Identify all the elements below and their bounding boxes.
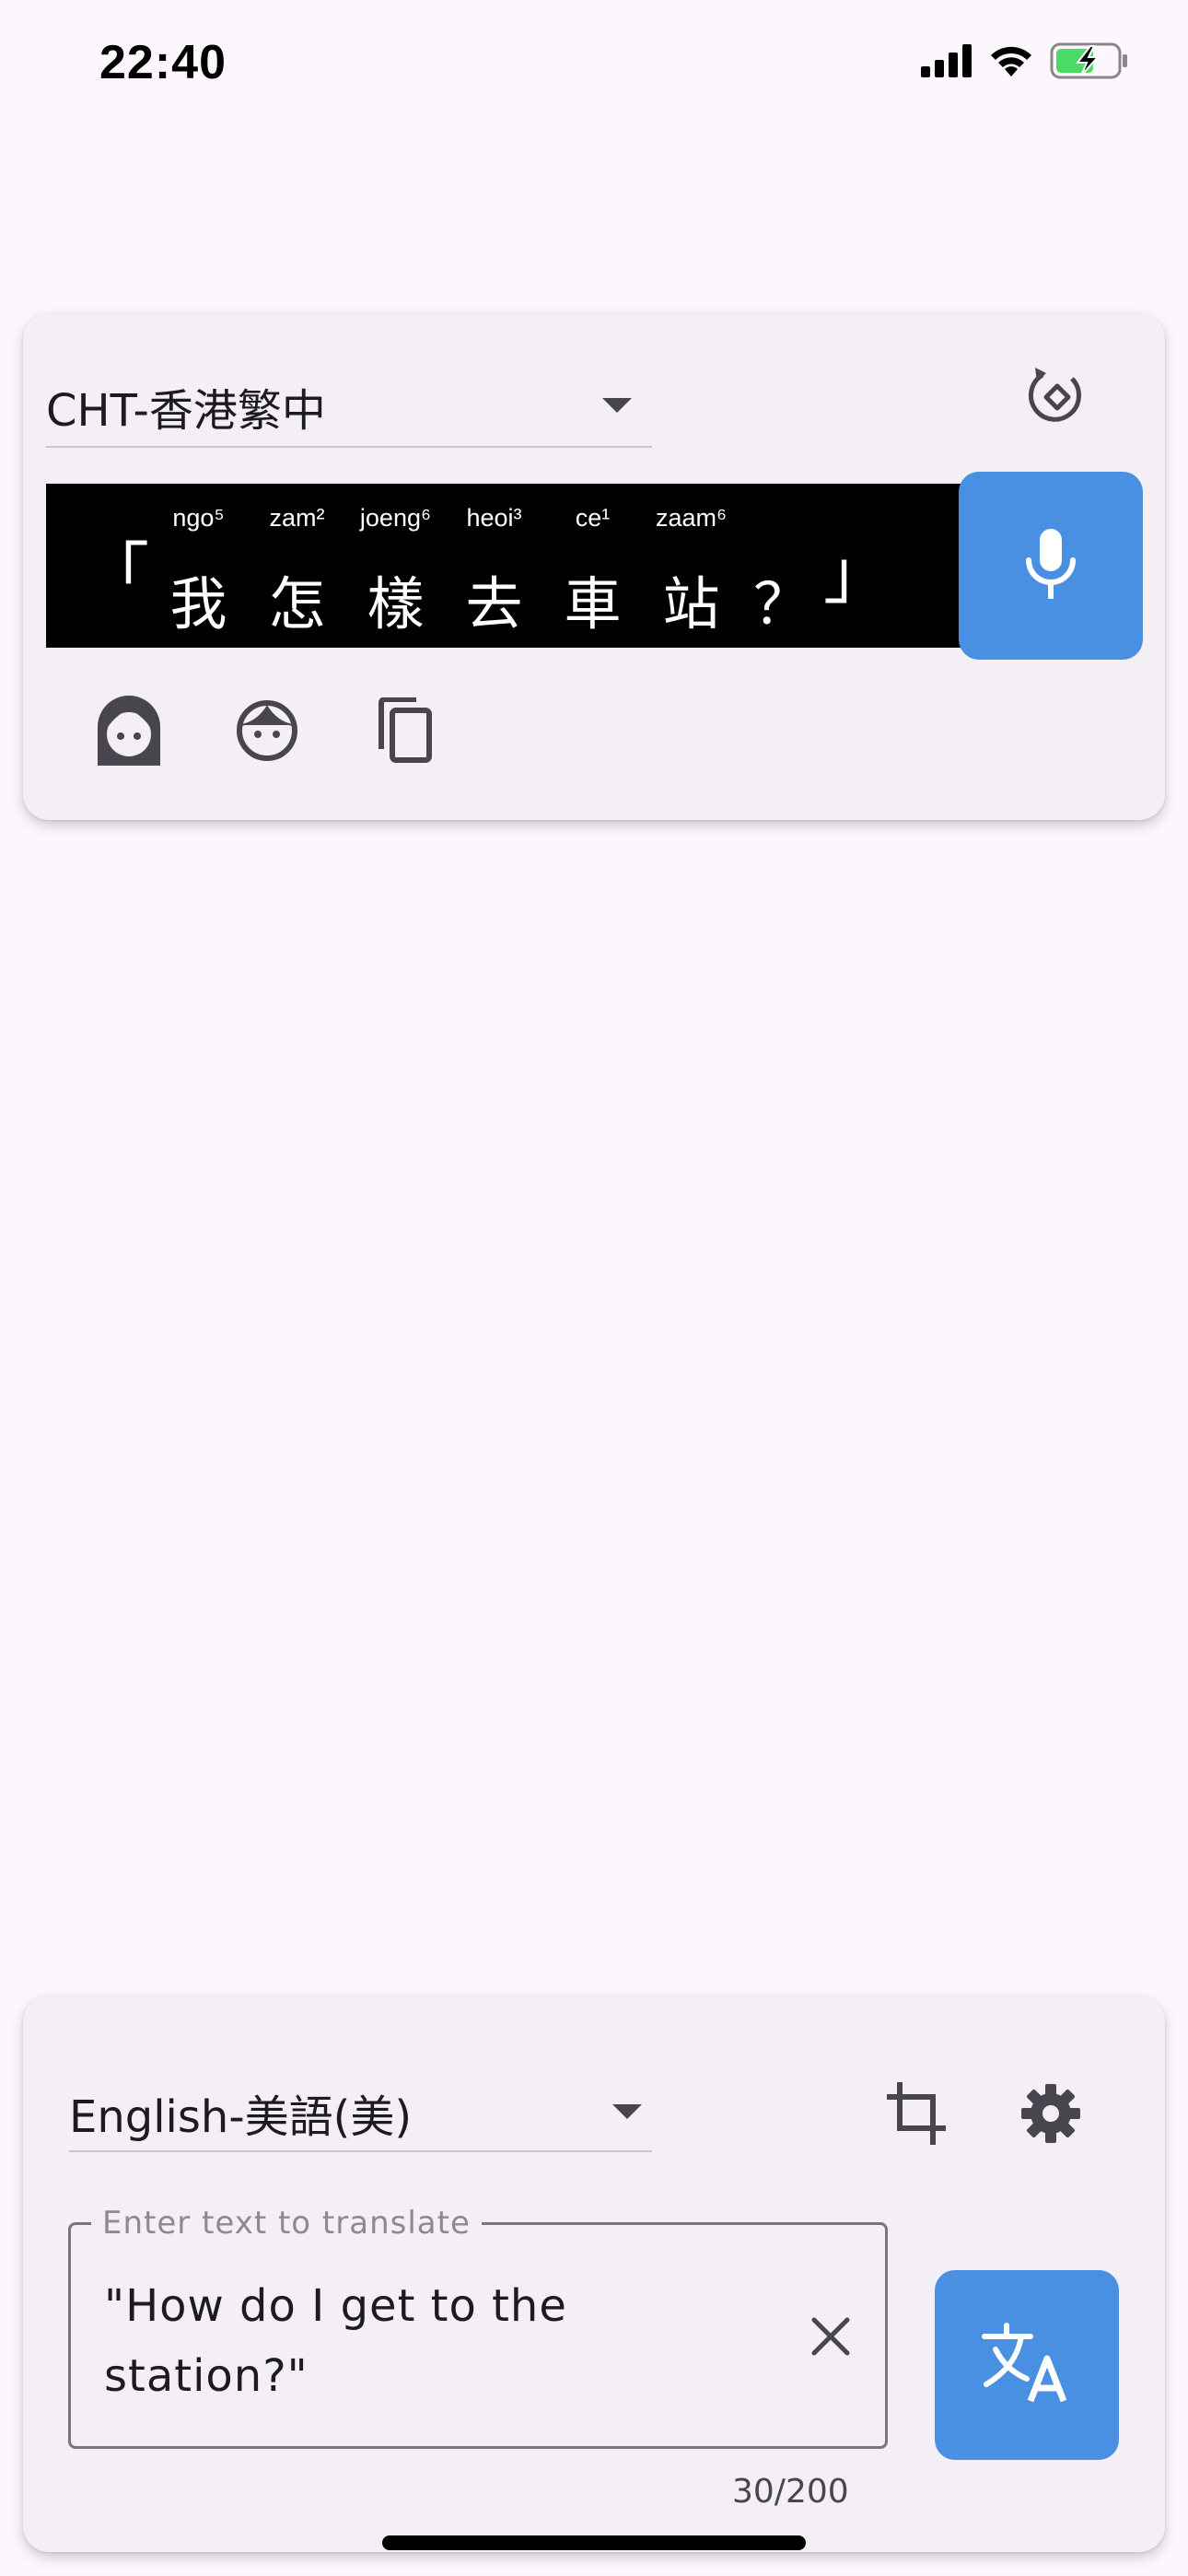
- hanzi: 站: [662, 570, 720, 638]
- status-bar: 22:40: [0, 0, 1188, 129]
- open-bracket: 「: [83, 535, 150, 613]
- status-time: 22:40: [99, 36, 227, 89]
- chevron-down-icon: [602, 398, 632, 413]
- romanization: ce¹: [575, 504, 611, 532]
- hanzi: 去: [465, 570, 523, 638]
- battery-charging-icon: [1050, 42, 1129, 83]
- hanzi: 車: [564, 570, 622, 638]
- rotate-button[interactable]: [1018, 359, 1097, 439]
- source-language-dropdown[interactable]: CHT-香港繁中: [46, 370, 652, 448]
- translate-input-field[interactable]: Enter text to translate "How do I get to…: [68, 2205, 888, 2449]
- wifi-icon: [987, 43, 1035, 82]
- copy-button[interactable]: [355, 682, 456, 783]
- source-language-label: CHT-香港繁中: [46, 385, 326, 437]
- char-cell: ？: [740, 502, 823, 638]
- close-bracket: 」: [823, 535, 891, 613]
- translate-button[interactable]: [935, 2270, 1119, 2460]
- hanzi: ？: [753, 570, 811, 638]
- output-card: CHT-香港繁中 「 ngo⁵ 我 zam² 怎 joeng⁶ 樣 heoi³ …: [23, 313, 1165, 820]
- char-cell: joeng⁶ 樣: [346, 502, 445, 638]
- crop-button[interactable]: [870, 2069, 962, 2161]
- translate-icon: [981, 2322, 1073, 2408]
- character-counter: 30/200: [732, 2473, 849, 2511]
- char-cell: zam² 怎: [248, 502, 346, 638]
- char-cell: ngo⁵ 我: [149, 502, 248, 638]
- clear-icon: [809, 2314, 853, 2362]
- target-language-dropdown[interactable]: English-美語(美): [69, 2077, 652, 2152]
- cellular-signal-icon: [921, 44, 973, 81]
- input-value[interactable]: "How do I get to the station?": [104, 2271, 767, 2411]
- transliteration-row: 「 ngo⁵ 我 zam² 怎 joeng⁶ 樣 heoi³ 去 ce¹ 車 z…: [83, 502, 891, 638]
- settings-icon: [1020, 2083, 1081, 2148]
- rotate-icon: [1024, 364, 1090, 434]
- status-icons: [921, 42, 1129, 83]
- hanzi: 我: [169, 570, 227, 638]
- clear-button[interactable]: [798, 2306, 863, 2371]
- microphone-icon: [1021, 525, 1080, 606]
- char-cell: zaam⁶ 站: [642, 502, 740, 638]
- char-cell: heoi³ 去: [445, 502, 543, 638]
- settings-button[interactable]: [1005, 2069, 1097, 2161]
- target-language-label: English-美語(美): [69, 2091, 413, 2143]
- hanzi: 怎: [268, 570, 326, 638]
- romanization: ngo⁵: [172, 504, 225, 532]
- char-cell: ce¹ 車: [543, 502, 642, 638]
- romanization: joeng⁶: [359, 504, 432, 532]
- crop-icon: [885, 2080, 948, 2150]
- chevron-down-icon: [612, 2104, 642, 2119]
- transliteration-panel: 「 ngo⁵ 我 zam² 怎 joeng⁶ 樣 heoi³ 去 ce¹ 車 z…: [46, 484, 981, 648]
- romanization: heoi³: [466, 504, 522, 532]
- home-indicator: [382, 2535, 806, 2550]
- romanization: zaam⁶: [655, 504, 728, 532]
- female-voice-button[interactable]: [78, 682, 180, 783]
- input-label: Enter text to translate: [91, 2205, 482, 2242]
- microphone-button[interactable]: [959, 472, 1143, 660]
- copy-icon: [376, 697, 435, 767]
- child-voice-button[interactable]: [216, 682, 318, 783]
- hanzi: 樣: [367, 570, 425, 638]
- child-voice-icon: [234, 697, 300, 767]
- input-card: English-美語(美) Enter text to translate "H…: [23, 1996, 1165, 2552]
- romanization: zam²: [269, 504, 325, 532]
- female-voice-icon: [92, 694, 166, 771]
